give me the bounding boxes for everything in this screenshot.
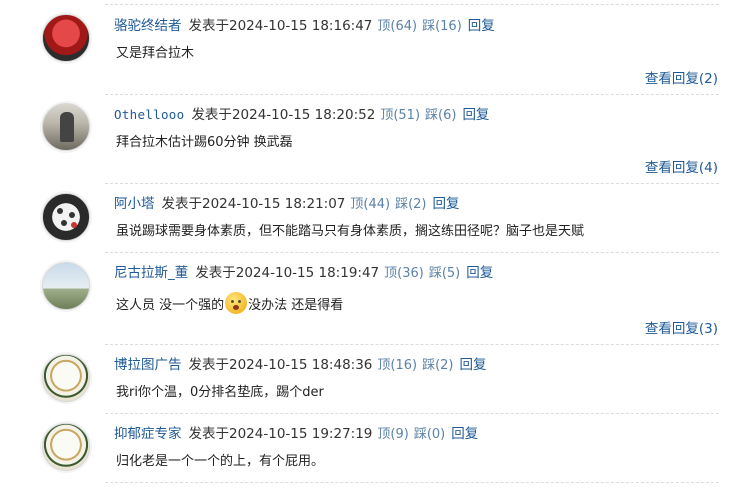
downvote-button[interactable]: 踩(2) xyxy=(422,358,453,373)
username-link[interactable]: 尼古拉斯_董 xyxy=(114,265,188,281)
divider xyxy=(105,183,719,184)
comment-text: 又是拜合拉木 xyxy=(116,46,195,61)
comment-meta: 抑郁症专家 发表于2024-10-15 19:27:19 顶(9) 踩(0) 回复 xyxy=(114,424,478,444)
username-link[interactable]: Othellooo xyxy=(114,107,184,122)
username-link[interactable]: 抑郁症专家 xyxy=(114,426,182,442)
upvote-button[interactable]: 顶(16) xyxy=(377,358,417,373)
comment-text: 拜合拉木估计踢60分钟 换武磊 xyxy=(116,135,293,150)
reply-button[interactable]: 回复 xyxy=(460,357,487,373)
user-avatar[interactable] xyxy=(42,262,90,310)
reply-button[interactable]: 回复 xyxy=(462,107,489,123)
divider xyxy=(105,4,719,5)
downvote-button[interactable]: 踩(6) xyxy=(425,108,456,123)
divider xyxy=(105,94,719,95)
username-link[interactable]: 博拉图广告 xyxy=(114,357,182,373)
posted-prefix: 发表于 xyxy=(188,426,230,442)
reply-button[interactable]: 回复 xyxy=(466,265,493,281)
reply-button[interactable]: 回复 xyxy=(468,18,495,34)
post-time: 2024-10-15 18:48:36 xyxy=(229,357,373,373)
user-avatar[interactable] xyxy=(42,103,90,151)
upvote-button[interactable]: 顶(9) xyxy=(377,427,408,442)
post-time: 2024-10-15 19:27:19 xyxy=(229,426,373,442)
user-avatar[interactable] xyxy=(42,193,90,241)
reply-button[interactable]: 回复 xyxy=(451,426,478,442)
username-link[interactable]: 阿小塔 xyxy=(114,196,155,212)
comment-text: 这人员 没一个强的 没办法 还是得看 xyxy=(116,292,344,314)
posted-prefix: 发表于 xyxy=(161,196,203,212)
post-time: 2024-10-15 18:16:47 xyxy=(229,18,373,34)
comment-meta: 尼古拉斯_董 发表于2024-10-15 18:19:47 顶(36) 踩(5) 回复 xyxy=(114,263,493,283)
username-link[interactable]: 骆驼终结者 xyxy=(114,18,182,34)
comment-meta: 博拉图广告 发表于2024-10-15 18:48:36 顶(16) 踩(2) 回复 xyxy=(114,355,487,375)
posted-prefix: 发表于 xyxy=(191,107,232,123)
downvote-button[interactable]: 踩(5) xyxy=(429,266,460,281)
downvote-button[interactable]: 踩(2) xyxy=(395,197,426,212)
divider xyxy=(105,252,719,253)
upvote-button[interactable]: 顶(44) xyxy=(350,197,390,212)
view-replies-link[interactable]: 查看回复(4) xyxy=(645,159,718,177)
comment-meta: 阿小塔 发表于2024-10-15 18:21:07 顶(44) 踩(2) 回复 xyxy=(114,194,460,214)
post-time: 2024-10-15 18:21:07 xyxy=(202,196,346,212)
posted-prefix: 发表于 xyxy=(188,18,230,34)
post-time: 2024-10-15 18:19:47 xyxy=(235,265,380,281)
view-replies-link[interactable]: 查看回复(3) xyxy=(645,320,718,338)
comment-meta: 骆驼终结者 发表于2024-10-15 18:16:47 顶(64) 踩(16) 回复 xyxy=(114,16,495,36)
comment-text: 归化老是一个一个的上，有个屁用。 xyxy=(116,454,325,469)
posted-prefix: 发表于 xyxy=(188,357,230,373)
comment-text-part: 这人员 没一个强的 xyxy=(116,298,225,313)
upvote-button[interactable]: 顶(36) xyxy=(384,266,424,281)
view-replies-link[interactable]: 查看回复(2) xyxy=(645,70,718,88)
posted-prefix: 发表于 xyxy=(195,265,236,281)
comment-text-part: 没办法 还是得看 xyxy=(248,298,344,313)
divider xyxy=(105,344,719,345)
user-avatar[interactable] xyxy=(42,14,90,62)
comment-text: 我ri你个温，0分排名垫底，踢个der xyxy=(116,385,324,400)
divider xyxy=(105,413,719,414)
divider xyxy=(105,482,719,483)
downvote-button[interactable]: 踩(16) xyxy=(422,19,462,34)
post-time: 2024-10-15 18:20:52 xyxy=(231,107,376,123)
comment-meta: Othellooo 发表于2024-10-15 18:20:52 顶(51) 踩(6)… xyxy=(114,105,489,125)
surprised-face-icon xyxy=(225,292,248,314)
comment-text: 虽说踢球需要身体素质，但不能踏马只有身体素质，搁这练田径呢？脑子也是天赋 xyxy=(116,224,585,239)
upvote-button[interactable]: 顶(51) xyxy=(380,108,420,123)
reply-button[interactable]: 回复 xyxy=(433,196,460,212)
user-avatar[interactable] xyxy=(42,354,90,402)
user-avatar[interactable] xyxy=(42,423,90,471)
downvote-button[interactable]: 踩(0) xyxy=(414,427,445,442)
upvote-button[interactable]: 顶(64) xyxy=(377,19,417,34)
